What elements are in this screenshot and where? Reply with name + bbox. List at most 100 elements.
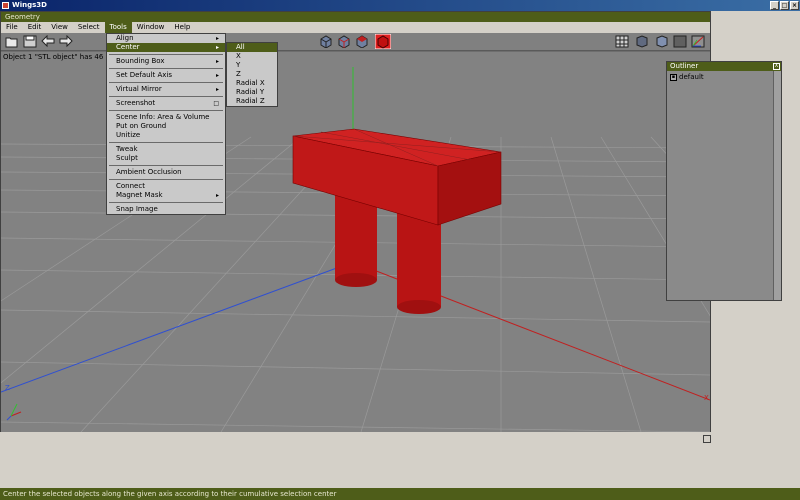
menu-item-label: Virtual Mirror [116,85,162,93]
menu-item-label: Radial Z [236,97,265,105]
wireframe-icon[interactable] [655,35,669,48]
tools-item-set-default-axis[interactable]: Set Default Axis ▸ [107,71,225,80]
tools-item-screenshot[interactable]: Screenshot □ [107,99,225,108]
resize-handle[interactable] [703,435,711,443]
face-select-icon[interactable] [355,35,369,48]
tools-item-unitize[interactable]: Unitize [107,131,225,140]
menu-window[interactable]: Window [132,22,170,33]
mini-axis-gizmo [6,403,22,421]
tools-item-bounding-box[interactable]: Bounding Box ▸ [107,57,225,66]
menu-item-label: Center [116,43,140,51]
menu-item-label: Unitize [116,131,141,139]
edge-select-icon[interactable] [337,35,351,48]
outliner-title: Outliner X [667,62,781,71]
z-axis-label: Z [5,384,10,392]
folder-icon: ▪ [670,73,677,81]
menu-item-label: Screenshot [116,99,156,107]
tools-item-snap-image[interactable]: Snap Image [107,205,225,214]
smooth-shade-icon[interactable] [635,35,649,48]
menu-help[interactable]: Help [169,22,195,33]
center-item-radial-z[interactable]: Radial Z [227,97,277,106]
menu-separator [109,96,223,97]
menu-file[interactable]: File [1,22,23,33]
outliner-item-label: default [679,73,704,81]
tools-item-virtual-mirror[interactable]: Virtual Mirror ▸ [107,85,225,94]
redo-icon[interactable] [59,35,73,48]
menu-separator [109,54,223,55]
menubar: File Edit View Select Tools Window Help [1,22,710,33]
tools-item-align[interactable]: Align ▸ [107,34,225,43]
outliner-panel: Outliner X ▪ default [666,61,782,301]
menu-tools[interactable]: Tools [104,22,132,33]
maximize-button[interactable]: □ [780,1,789,10]
menu-item-label: Connect [116,182,145,190]
menu-separator [109,68,223,69]
vertex-select-icon[interactable] [319,35,333,48]
menu-separator [109,179,223,180]
menu-item-label: Put on Ground [116,122,167,130]
z-axis-line [1,261,354,393]
menu-item-label: Y [236,61,241,69]
tools-item-sculpt[interactable]: Sculpt [107,154,225,163]
menu-item-label: Align [116,34,134,42]
tools-item-ambient-occlusion[interactable]: Ambient Occlusion [107,168,225,177]
menu-item-label: Magnet Mask [116,191,163,199]
tools-item-scene-info-area-volume[interactable]: Scene Info: Area & Volume [107,113,225,122]
submenu-arrow-icon: ▸ [215,35,219,42]
menu-edit[interactable]: Edit [23,22,47,33]
tools-menu-dropdown: Align ▸ Center ▸ Bounding Box ▸ Set Default Ax… [106,33,226,215]
menu-item-label: Tweak [116,145,138,153]
menu-item-label: Radial Y [236,88,265,96]
minimize-button[interactable]: _ [770,1,779,10]
menu-item-label: Ambient Occlusion [116,168,182,176]
undo-icon[interactable] [41,35,55,48]
center-item-x[interactable]: X [227,52,277,61]
submenu-arrow-icon: ▸ [215,58,219,65]
outliner-scrollbar[interactable] [773,71,781,300]
status-bar: Center the selected objects along the gi… [0,488,800,500]
menu-separator [109,202,223,203]
menu-select[interactable]: Select [73,22,105,33]
center-submenu: All X Y Z Radial X Radial Y Radial Z [226,42,278,107]
menu-item-label: Snap Image [116,205,158,213]
tools-item-connect[interactable]: Connect [107,182,225,191]
submenu-arrow-icon: ▸ [215,44,219,51]
menu-view[interactable]: View [46,22,73,33]
grid-toggle-icon[interactable] [673,35,687,48]
close-button[interactable]: × [790,1,799,10]
tools-item-center[interactable]: Center ▸ [107,43,225,52]
center-item-radial-y[interactable]: Radial Y [227,88,277,97]
tools-item-tweak[interactable]: Tweak [107,145,225,154]
menu-separator [109,82,223,83]
menu-item-label: All [236,43,245,51]
object-select-icon[interactable] [375,34,391,49]
save-icon[interactable] [23,35,37,48]
center-item-z[interactable]: Z [227,70,277,79]
outliner-item[interactable]: ▪ default [667,71,781,81]
geometry-title: Geometry [1,12,710,22]
submenu-arrow-icon: □ [213,100,219,107]
axes-toggle-icon[interactable] [691,35,705,48]
submenu-arrow-icon: ▸ [215,192,219,199]
x-axis-label: X [704,394,709,402]
outliner-title-text: Outliner [670,62,699,70]
menu-item-label: Scene Info: Area & Volume [116,113,210,121]
center-item-all[interactable]: All [227,43,277,52]
menu-separator [109,110,223,111]
menu-item-label: Radial X [236,79,265,87]
menu-item-label: Sculpt [116,154,138,162]
tools-item-put-on-ground[interactable]: Put on Ground [107,122,225,131]
center-item-radial-x[interactable]: Radial X [227,79,277,88]
menu-item-label: Z [236,70,241,78]
center-item-y[interactable]: Y [227,61,277,70]
outliner-close-button[interactable]: X [773,63,780,70]
menu-item-label: Bounding Box [116,57,165,65]
tools-item-magnet-mask[interactable]: Magnet Mask ▸ [107,191,225,200]
object-info-text: Object 1 "STL object" has 46 [3,53,104,61]
ortho-view-icon[interactable] [615,35,629,48]
open-icon[interactable] [5,35,19,48]
window-title: Wings3D [12,1,47,9]
menu-item-label: X [236,52,241,60]
red-mesh-object[interactable] [292,128,502,314]
window-titlebar: Wings3D _ □ × [0,0,800,11]
